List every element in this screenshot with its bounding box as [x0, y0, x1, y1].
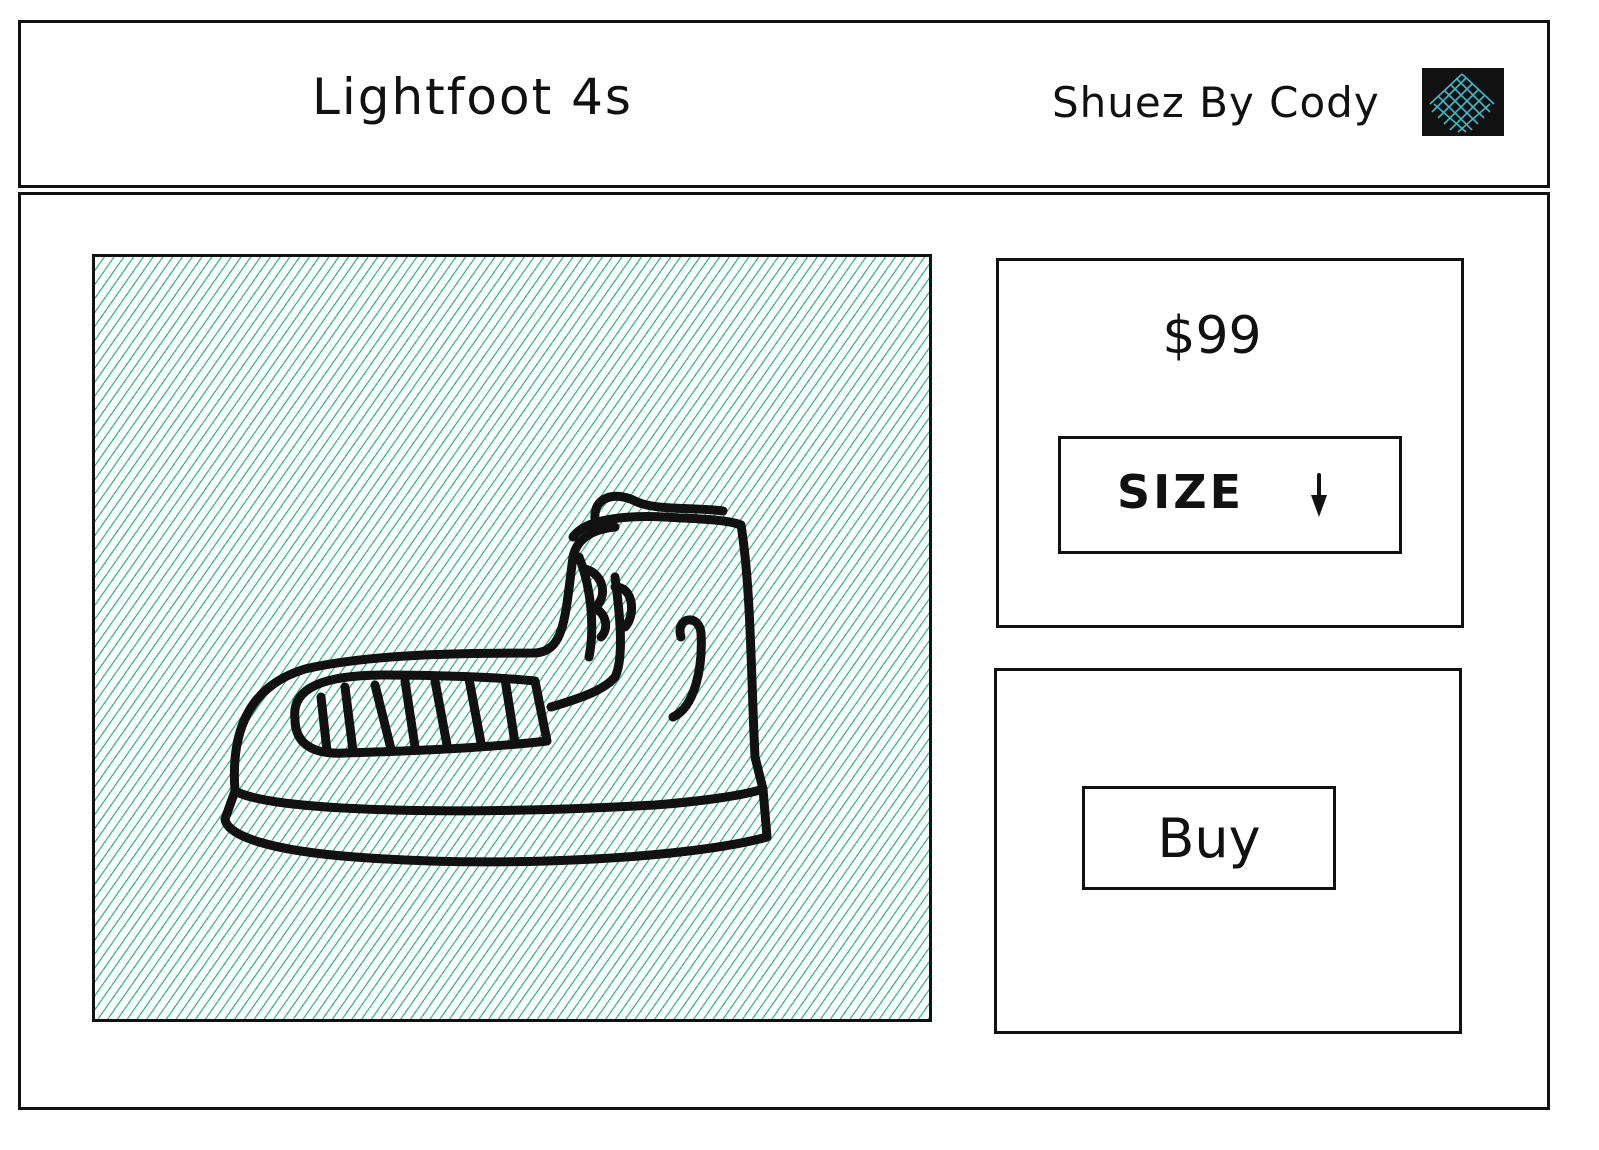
size-select[interactable]: SIZE	[1058, 436, 1402, 554]
price-label: $99	[1162, 306, 1262, 366]
size-select-label: SIZE	[1117, 465, 1245, 519]
buy-button[interactable]: Buy	[1082, 786, 1336, 890]
product-title: Lightfoot 4s	[312, 68, 633, 126]
crosshatch-logo-icon[interactable]	[1422, 68, 1504, 136]
brand-name[interactable]: Shuez By Cody	[1052, 78, 1380, 127]
down-arrow-icon	[1307, 473, 1331, 521]
product-image	[92, 254, 932, 1022]
high-top-sneaker-illustration	[220, 491, 772, 867]
